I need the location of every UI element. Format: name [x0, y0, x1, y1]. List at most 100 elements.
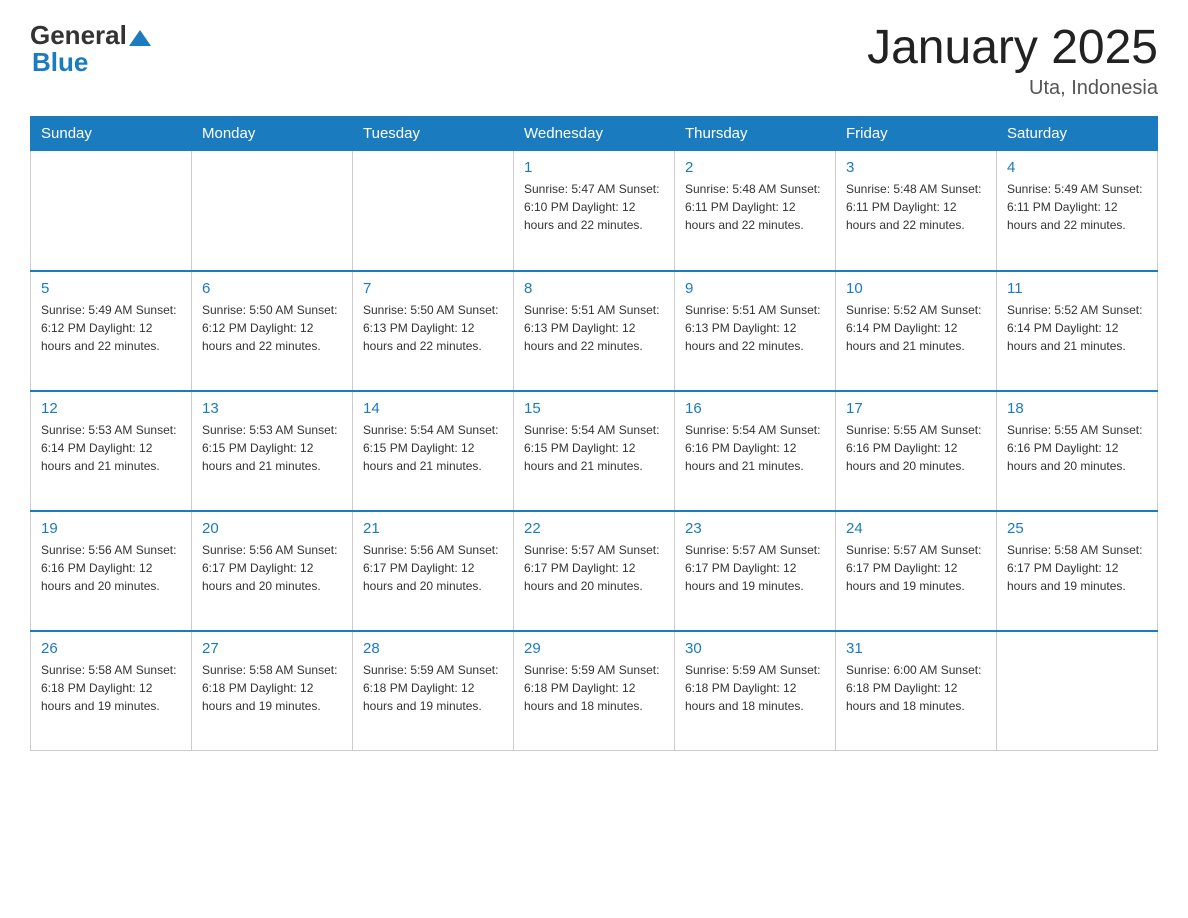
- day-info: Sunrise: 5:58 AM Sunset: 6:18 PM Dayligh…: [202, 661, 342, 715]
- header-day-sunday: Sunday: [31, 117, 192, 151]
- day-info: Sunrise: 5:59 AM Sunset: 6:18 PM Dayligh…: [524, 661, 664, 715]
- day-info: Sunrise: 5:50 AM Sunset: 6:12 PM Dayligh…: [202, 301, 342, 355]
- day-number: 13: [202, 400, 342, 417]
- day-number: 14: [363, 400, 503, 417]
- calendar-cell: 15 Sunrise: 5:54 AM Sunset: 6:15 PM Dayli…: [514, 391, 675, 511]
- day-number: 7: [363, 280, 503, 297]
- calendar-cell: 21 Sunrise: 5:56 AM Sunset: 6:17 PM Dayli…: [353, 511, 514, 631]
- day-number: 31: [846, 640, 986, 657]
- calendar-cell: 19 Sunrise: 5:56 AM Sunset: 6:16 PM Dayli…: [31, 511, 192, 631]
- day-number: 26: [41, 640, 181, 657]
- calendar-cell: 24 Sunrise: 5:57 AM Sunset: 6:17 PM Dayli…: [836, 511, 997, 631]
- calendar-cell: 18 Sunrise: 5:55 AM Sunset: 6:16 PM Dayli…: [997, 391, 1158, 511]
- day-number: 17: [846, 400, 986, 417]
- day-number: 11: [1007, 280, 1147, 297]
- calendar-cell: 30 Sunrise: 5:59 AM Sunset: 6:18 PM Dayli…: [675, 631, 836, 751]
- calendar-cell: 28Sunrise: 5:59 AM Sunset: 6:18 PM Dayli…: [353, 631, 514, 751]
- day-info: Sunrise: 5:55 AM Sunset: 6:16 PM Dayligh…: [1007, 421, 1147, 475]
- calendar-week-row: 26 Sunrise: 5:58 AM Sunset: 6:18 PM Dayli…: [31, 631, 1158, 751]
- day-number: 25: [1007, 520, 1147, 537]
- calendar-cell: 22 Sunrise: 5:57 AM Sunset: 6:17 PM Dayli…: [514, 511, 675, 631]
- day-number: 15: [524, 400, 664, 417]
- day-info: Sunrise: 5:56 AM Sunset: 6:17 PM Dayligh…: [363, 541, 503, 595]
- day-info: Sunrise: 5:51 AM Sunset: 6:13 PM Dayligh…: [524, 301, 664, 355]
- day-info: Sunrise: 6:00 AM Sunset: 6:18 PM Dayligh…: [846, 661, 986, 715]
- logo-triangle-icon: [129, 26, 151, 48]
- day-number: 21: [363, 520, 503, 537]
- day-info: Sunrise: 5:59 AM Sunset: 6:18 PM Dayligh…: [363, 661, 503, 715]
- calendar-cell: 11 Sunrise: 5:52 AM Sunset: 6:14 PM Dayli…: [997, 271, 1158, 391]
- calendar-cell: 1Sunrise: 5:47 AM Sunset: 6:10 PM Daylig…: [514, 151, 675, 271]
- calendar-header-row: SundayMondayTuesdayWednesdayThursdayFrid…: [31, 117, 1158, 151]
- calendar-week-row: 1Sunrise: 5:47 AM Sunset: 6:10 PM Daylig…: [31, 151, 1158, 271]
- day-info: Sunrise: 5:59 AM Sunset: 6:18 PM Dayligh…: [685, 661, 825, 715]
- calendar-cell: 4Sunrise: 5:49 AM Sunset: 6:11 PM Daylig…: [997, 151, 1158, 271]
- day-number: 30: [685, 640, 825, 657]
- header-day-saturday: Saturday: [997, 117, 1158, 151]
- day-number: 3: [846, 159, 986, 176]
- day-info: Sunrise: 5:52 AM Sunset: 6:14 PM Dayligh…: [1007, 301, 1147, 355]
- header-day-wednesday: Wednesday: [514, 117, 675, 151]
- day-info: Sunrise: 5:55 AM Sunset: 6:16 PM Dayligh…: [846, 421, 986, 475]
- page-header: General Blue January 2025 Uta, Indonesia: [30, 20, 1158, 100]
- calendar-cell: 25Sunrise: 5:58 AM Sunset: 6:17 PM Dayli…: [997, 511, 1158, 631]
- calendar-week-row: 19 Sunrise: 5:56 AM Sunset: 6:16 PM Dayli…: [31, 511, 1158, 631]
- day-info: Sunrise: 5:52 AM Sunset: 6:14 PM Dayligh…: [846, 301, 986, 355]
- calendar-week-row: 5 Sunrise: 5:49 AM Sunset: 6:12 PM Daylig…: [31, 271, 1158, 391]
- day-number: 22: [524, 520, 664, 537]
- day-number: 9: [685, 280, 825, 297]
- logo-blue-text: Blue: [32, 47, 88, 77]
- day-info: Sunrise: 5:56 AM Sunset: 6:17 PM Dayligh…: [202, 541, 342, 595]
- day-number: 5: [41, 280, 181, 297]
- day-number: 16: [685, 400, 825, 417]
- calendar-cell: 10Sunrise: 5:52 AM Sunset: 6:14 PM Dayli…: [836, 271, 997, 391]
- calendar-cell: 3Sunrise: 5:48 AM Sunset: 6:11 PM Daylig…: [836, 151, 997, 271]
- day-info: Sunrise: 5:54 AM Sunset: 6:15 PM Dayligh…: [524, 421, 664, 475]
- day-info: Sunrise: 5:49 AM Sunset: 6:12 PM Dayligh…: [41, 301, 181, 355]
- header-day-monday: Monday: [192, 117, 353, 151]
- calendar-cell: 9 Sunrise: 5:51 AM Sunset: 6:13 PM Daylig…: [675, 271, 836, 391]
- day-number: 23: [685, 520, 825, 537]
- logo: General Blue: [30, 20, 151, 78]
- header-day-friday: Friday: [836, 117, 997, 151]
- day-number: 8: [524, 280, 664, 297]
- day-info: Sunrise: 5:56 AM Sunset: 6:16 PM Dayligh…: [41, 541, 181, 595]
- day-number: 6: [202, 280, 342, 297]
- calendar-cell: 26 Sunrise: 5:58 AM Sunset: 6:18 PM Dayli…: [31, 631, 192, 751]
- day-info: Sunrise: 5:53 AM Sunset: 6:14 PM Dayligh…: [41, 421, 181, 475]
- day-number: 20: [202, 520, 342, 537]
- calendar-cell: [353, 151, 514, 271]
- header-day-thursday: Thursday: [675, 117, 836, 151]
- day-info: Sunrise: 5:57 AM Sunset: 6:17 PM Dayligh…: [846, 541, 986, 595]
- calendar-subtitle: Uta, Indonesia: [867, 77, 1158, 100]
- day-number: 12: [41, 400, 181, 417]
- calendar-cell: 31 Sunrise: 6:00 AM Sunset: 6:18 PM Dayli…: [836, 631, 997, 751]
- day-info: Sunrise: 5:49 AM Sunset: 6:11 PM Dayligh…: [1007, 180, 1147, 234]
- calendar-cell: 13Sunrise: 5:53 AM Sunset: 6:15 PM Dayli…: [192, 391, 353, 511]
- header-day-tuesday: Tuesday: [353, 117, 514, 151]
- calendar-week-row: 12 Sunrise: 5:53 AM Sunset: 6:14 PM Dayli…: [31, 391, 1158, 511]
- calendar-title: January 2025: [867, 20, 1158, 75]
- day-number: 18: [1007, 400, 1147, 417]
- day-number: 29: [524, 640, 664, 657]
- calendar-cell: 23 Sunrise: 5:57 AM Sunset: 6:17 PM Dayli…: [675, 511, 836, 631]
- day-info: Sunrise: 5:50 AM Sunset: 6:13 PM Dayligh…: [363, 301, 503, 355]
- calendar-cell: 16 Sunrise: 5:54 AM Sunset: 6:16 PM Dayli…: [675, 391, 836, 511]
- day-info: Sunrise: 5:58 AM Sunset: 6:18 PM Dayligh…: [41, 661, 181, 715]
- calendar-cell: 6 Sunrise: 5:50 AM Sunset: 6:12 PM Daylig…: [192, 271, 353, 391]
- day-info: Sunrise: 5:47 AM Sunset: 6:10 PM Dayligh…: [524, 180, 664, 234]
- day-info: Sunrise: 5:51 AM Sunset: 6:13 PM Dayligh…: [685, 301, 825, 355]
- day-info: Sunrise: 5:57 AM Sunset: 6:17 PM Dayligh…: [524, 541, 664, 595]
- calendar-cell: 7 Sunrise: 5:50 AM Sunset: 6:13 PM Daylig…: [353, 271, 514, 391]
- calendar-table: SundayMondayTuesdayWednesdayThursdayFrid…: [30, 116, 1158, 751]
- calendar-cell: 17 Sunrise: 5:55 AM Sunset: 6:16 PM Dayli…: [836, 391, 997, 511]
- calendar-cell: 29 Sunrise: 5:59 AM Sunset: 6:18 PM Dayli…: [514, 631, 675, 751]
- day-number: 19: [41, 520, 181, 537]
- title-block: January 2025 Uta, Indonesia: [867, 20, 1158, 100]
- day-info: Sunrise: 5:57 AM Sunset: 6:17 PM Dayligh…: [685, 541, 825, 595]
- day-info: Sunrise: 5:54 AM Sunset: 6:16 PM Dayligh…: [685, 421, 825, 475]
- calendar-body: 1Sunrise: 5:47 AM Sunset: 6:10 PM Daylig…: [31, 151, 1158, 751]
- calendar-cell: [997, 631, 1158, 751]
- calendar-cell: 27Sunrise: 5:58 AM Sunset: 6:18 PM Dayli…: [192, 631, 353, 751]
- day-number: 24: [846, 520, 986, 537]
